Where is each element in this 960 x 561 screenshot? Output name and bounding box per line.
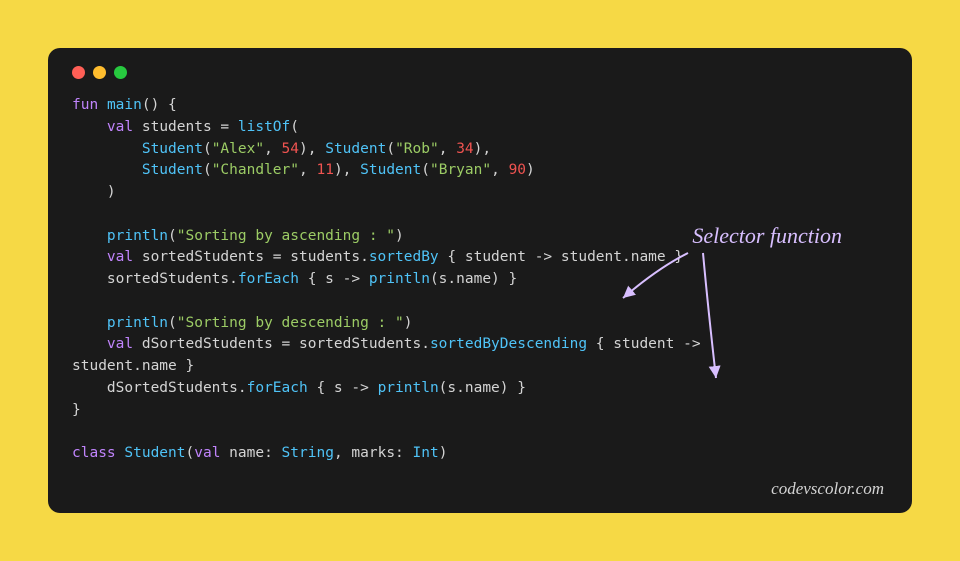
comma: , <box>439 141 456 157</box>
args: (s.name) } <box>439 380 526 396</box>
fn-println: println <box>107 228 168 244</box>
minimize-icon <box>93 66 106 79</box>
lambda: { s -> <box>299 271 369 287</box>
paren: ), <box>334 162 360 178</box>
cls-student: Student <box>360 162 421 178</box>
cls-student: Student <box>124 445 185 461</box>
paren: ( <box>186 445 195 461</box>
fn-sortedby: sortedBy <box>369 249 439 265</box>
type-int: Int <box>413 445 439 461</box>
comma: , <box>264 141 281 157</box>
str-asc: "Sorting by ascending : " <box>177 228 395 244</box>
expr: sortedStudents. <box>107 271 238 287</box>
var-students: students = <box>142 119 238 135</box>
type-string: String <box>282 445 334 461</box>
fn-println: println <box>378 380 439 396</box>
param: , marks: <box>334 445 413 461</box>
str-bryan: "Bryan" <box>430 162 491 178</box>
code-block: fun main() { val students = listOf( Stud… <box>72 95 888 465</box>
lambda: { student -> <box>587 336 701 352</box>
paren: ), <box>299 141 325 157</box>
expr: dSortedStudents. <box>107 380 247 396</box>
paren: ( <box>386 141 395 157</box>
keyword-val: val <box>107 249 133 265</box>
watermark: codevscolor.com <box>771 479 884 499</box>
paren: () { <box>142 97 177 113</box>
paren: ( <box>168 315 177 331</box>
cls-student: Student <box>142 141 203 157</box>
paren: ) <box>395 228 404 244</box>
paren: ( <box>203 162 212 178</box>
cls-student: Student <box>325 141 386 157</box>
fn-sortedbydesc: sortedByDescending <box>430 336 587 352</box>
keyword-class: class <box>72 445 116 461</box>
num-54: 54 <box>282 141 299 157</box>
comma: , <box>299 162 316 178</box>
str-alex: "Alex" <box>212 141 264 157</box>
brace: } <box>72 402 81 418</box>
num-34: 34 <box>456 141 473 157</box>
num-90: 90 <box>509 162 526 178</box>
str-chandler: "Chandler" <box>212 162 299 178</box>
keyword-val: val <box>194 445 220 461</box>
str-desc: "Sorting by descending : " <box>177 315 404 331</box>
code-terminal: fun main() { val students = listOf( Stud… <box>48 48 912 513</box>
keyword-val: val <box>107 119 133 135</box>
fn-main: main <box>107 97 142 113</box>
var-dsorted: dSortedStudents = sortedStudents. <box>133 336 430 352</box>
paren: ) <box>439 445 448 461</box>
cls-student: Student <box>142 162 203 178</box>
fn-foreach: forEach <box>238 271 299 287</box>
paren: ), <box>474 141 491 157</box>
window-controls <box>72 66 888 79</box>
paren: ( <box>203 141 212 157</box>
str-rob: "Rob" <box>395 141 439 157</box>
paren: ) <box>107 184 116 200</box>
fn-listof: listOf <box>238 119 290 135</box>
param: name: <box>220 445 281 461</box>
keyword-fun: fun <box>72 97 98 113</box>
args: (s.name) } <box>430 271 517 287</box>
var-sorted: sortedStudents = students. <box>133 249 369 265</box>
paren: ( <box>168 228 177 244</box>
lambda: { s -> <box>308 380 378 396</box>
maximize-icon <box>114 66 127 79</box>
paren: ( <box>421 162 430 178</box>
paren: ) <box>404 315 413 331</box>
paren: ) <box>526 162 535 178</box>
close-icon <box>72 66 85 79</box>
keyword-val: val <box>107 336 133 352</box>
fn-println: println <box>107 315 168 331</box>
comma: , <box>491 162 508 178</box>
num-11: 11 <box>316 162 333 178</box>
fn-println: println <box>369 271 430 287</box>
lambda-cont: student.name } <box>72 358 194 374</box>
fn-foreach: forEach <box>247 380 308 396</box>
paren: ( <box>290 119 299 135</box>
lambda: { student -> student.name } <box>439 249 683 265</box>
